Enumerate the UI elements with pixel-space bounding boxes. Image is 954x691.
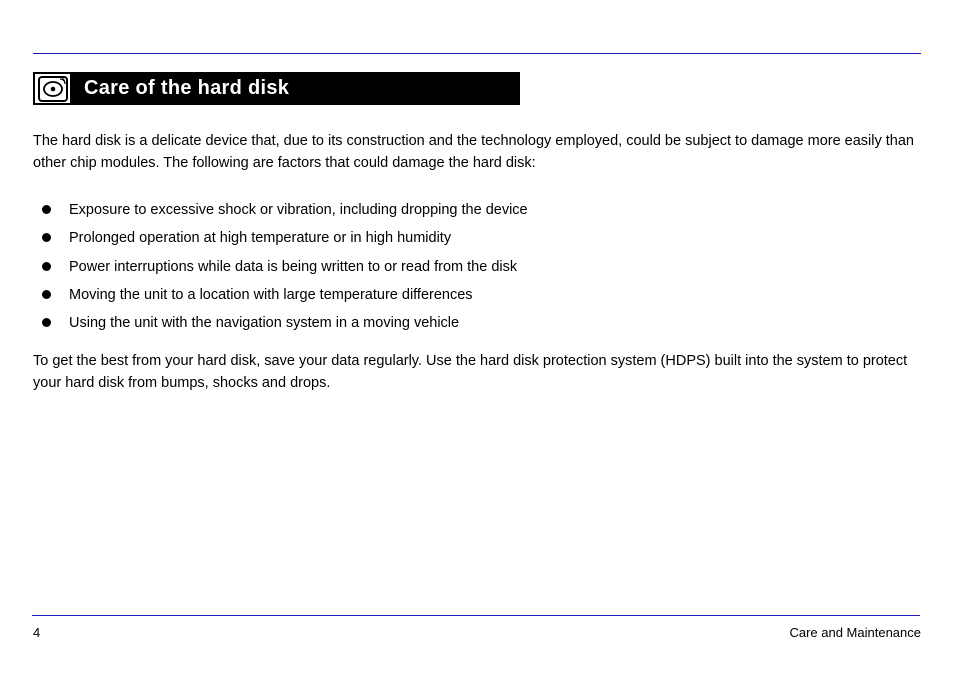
list-item-text: Prolonged operation at high temperature … [69, 228, 921, 248]
section-heading-bar: Care of the hard disk [33, 72, 520, 105]
section-title: Care of the hard disk [72, 77, 289, 100]
page: Care of the hard disk The hard disk is a… [0, 0, 954, 691]
hard-disk-icon [33, 72, 72, 105]
list-item: Prolonged operation at high temperature … [33, 228, 921, 248]
list-item: Exposure to excessive shock or vibration… [33, 200, 921, 220]
list-item: Power interruptions while data is being … [33, 257, 921, 277]
bullet-dot-icon [42, 318, 51, 327]
after-list-paragraph: To get the best from your hard disk, sav… [33, 350, 921, 395]
divider-top [33, 53, 921, 54]
page-number: 4 [33, 625, 40, 640]
bullet-dot-icon [42, 233, 51, 242]
list-item-text: Power interruptions while data is being … [69, 257, 921, 277]
list-item: Using the unit with the navigation syste… [33, 313, 921, 333]
list-item-text: Using the unit with the navigation syste… [69, 313, 921, 333]
list-item: Moving the unit to a location with large… [33, 285, 921, 305]
footer-section-label: Care and Maintenance [789, 625, 921, 640]
bullet-dot-icon [42, 290, 51, 299]
bullet-dot-icon [42, 262, 51, 271]
list-item-text: Exposure to excessive shock or vibration… [69, 200, 921, 220]
list-item-text: Moving the unit to a location with large… [69, 285, 921, 305]
intro-paragraph: The hard disk is a delicate device that,… [33, 130, 921, 175]
divider-bottom [32, 615, 920, 616]
bullet-list: Exposure to excessive shock or vibration… [33, 200, 921, 341]
bullet-dot-icon [42, 205, 51, 214]
